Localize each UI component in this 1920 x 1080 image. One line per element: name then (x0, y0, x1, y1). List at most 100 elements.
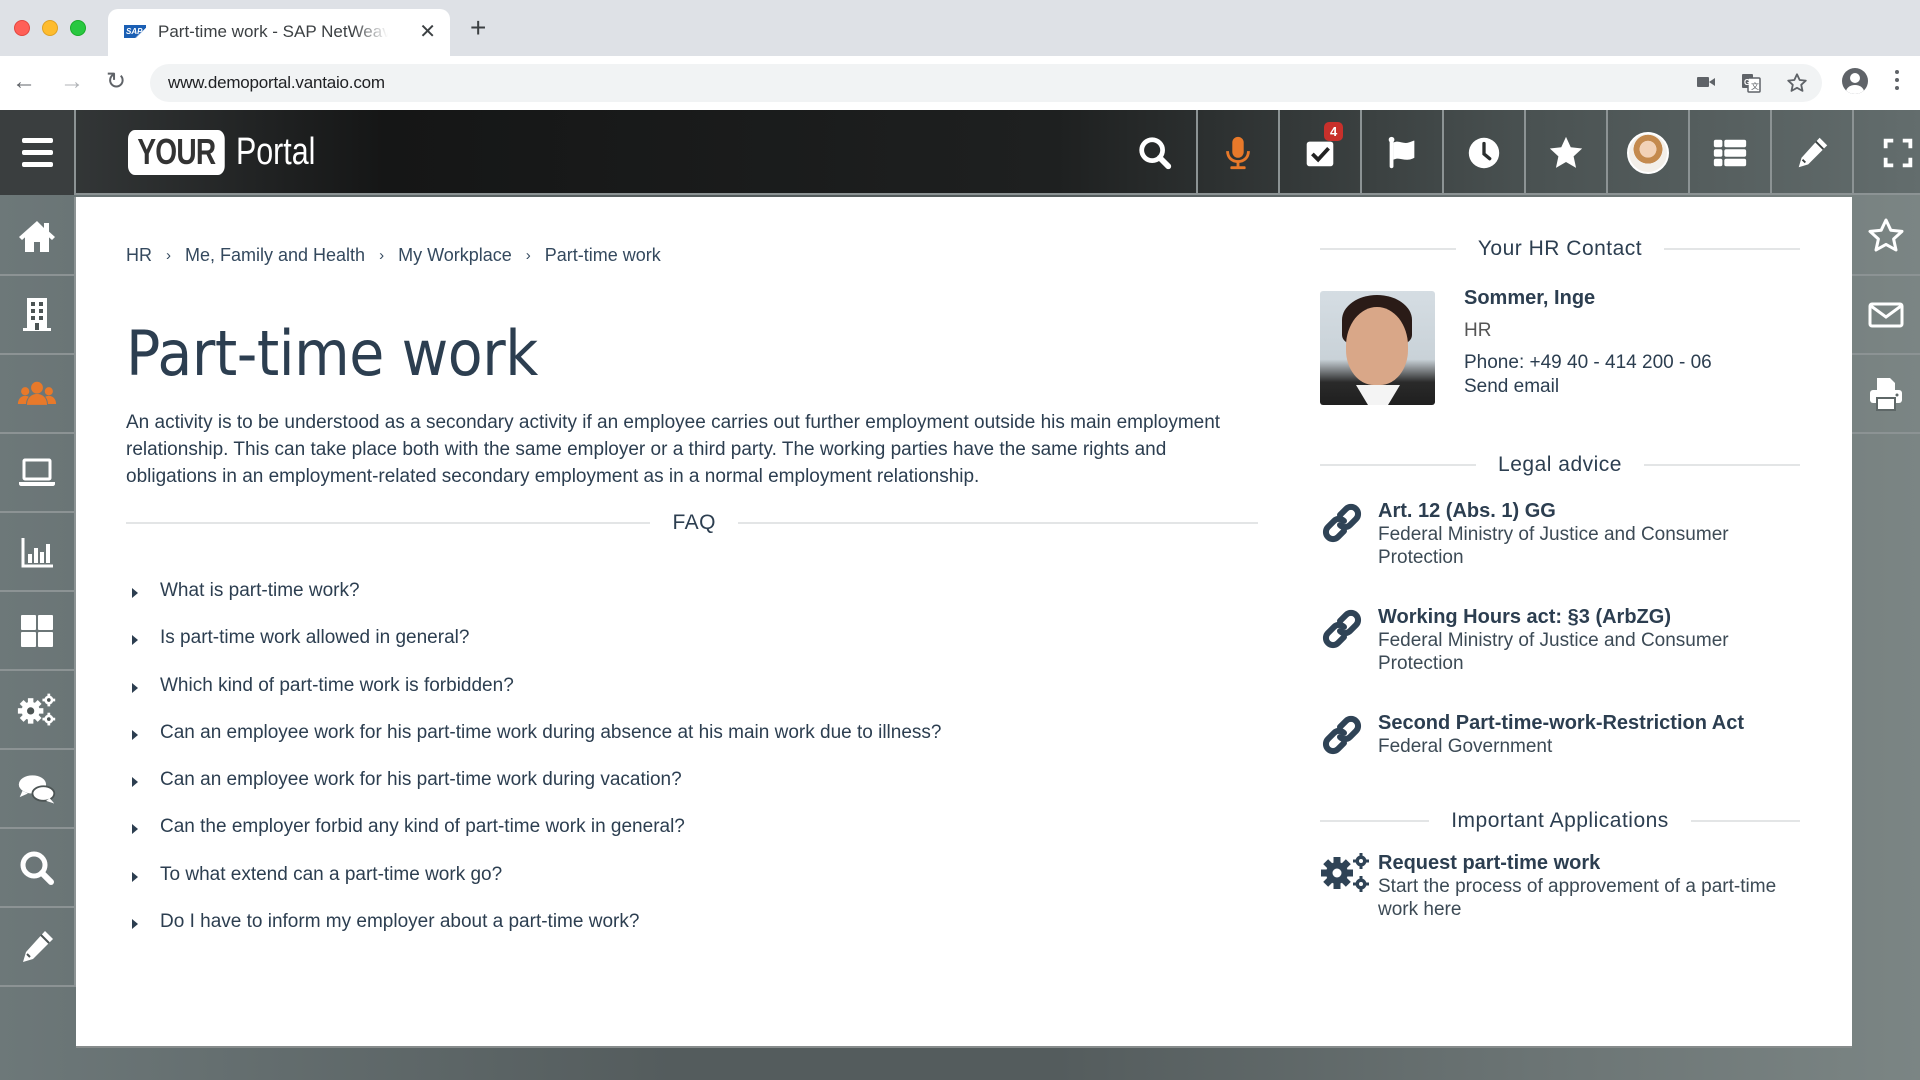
print-button[interactable] (1852, 355, 1920, 434)
nav-search[interactable] (0, 829, 76, 908)
browser-menu-icon[interactable] (1895, 70, 1899, 94)
side-panel: Your HR Contact Sommer, Inge HR Phone: +… (1320, 237, 1801, 921)
reload-icon[interactable]: ↻ (106, 68, 126, 96)
add-bookmark-button[interactable] (1852, 197, 1920, 276)
list-icon (1713, 139, 1747, 166)
window-maximize-button[interactable] (70, 20, 86, 36)
chart-icon (21, 537, 53, 567)
url-text[interactable]: www.demoportal.vantaio.com (168, 73, 385, 93)
camera-icon[interactable] (1696, 72, 1716, 97)
left-navigation-rail (0, 197, 76, 987)
window-close-button[interactable] (14, 20, 30, 36)
faq-question: Is part-time work allowed in general? (160, 627, 470, 649)
application-title: Request part-time work (1378, 852, 1601, 874)
favorites-button[interactable] (1524, 110, 1606, 195)
nav-devices[interactable] (0, 434, 76, 513)
faq-list: What is part-time work? Is part-time wor… (132, 580, 941, 958)
forward-arrow-icon[interactable]: → (60, 68, 84, 96)
dashboard-icon (21, 614, 53, 647)
fullscreen-button[interactable] (1852, 110, 1920, 195)
divider (1320, 464, 1477, 466)
new-tab-button[interactable]: + (470, 12, 486, 44)
nav-settings[interactable] (0, 671, 76, 750)
portal-header: YOUR Portal 4 (0, 110, 1920, 195)
legal-link[interactable]: Art. 12 (Abs. 1) GG Federal Ministry of … (1320, 499, 1800, 569)
nav-dashboard[interactable] (0, 592, 76, 671)
contact-info: Sommer, Inge HR Phone: +49 40 - 414 200 … (1464, 287, 1712, 398)
bookmark-star-icon[interactable] (1786, 72, 1808, 99)
menu-hamburger-icon[interactable] (0, 110, 76, 195)
faq-item[interactable]: Can an employee work for his part-time w… (132, 722, 941, 769)
tab-close-icon[interactable]: ✕ (419, 19, 436, 44)
nav-chat[interactable] (0, 750, 76, 829)
header-search-button[interactable] (1114, 110, 1196, 195)
nav-company[interactable] (0, 276, 76, 355)
faq-heading-label: FAQ (672, 511, 716, 534)
legal-link[interactable]: Working Hours act: §3 (ArbZG) Federal Mi… (1320, 605, 1800, 675)
application-description: Start the process of approvement of a pa… (1378, 876, 1777, 920)
tasks-button[interactable]: 4 (1278, 110, 1360, 195)
content-panel: HR › Me, Family and Health › My Workplac… (76, 197, 1852, 1046)
nav-people[interactable] (0, 355, 76, 434)
contact-photo (1320, 291, 1435, 405)
legal-link-source: Federal Ministry of Justice and Consumer… (1378, 524, 1729, 568)
breadcrumb-item[interactable]: Me, Family and Health (185, 245, 365, 266)
share-by-email-button[interactable] (1852, 276, 1920, 355)
faq-item[interactable]: What is part-time work? (132, 580, 941, 627)
breadcrumb-item[interactable]: My Workplace (398, 245, 512, 266)
faq-item[interactable]: Do I have to inform my employer about a … (132, 911, 941, 958)
faq-item[interactable]: Can an employee work for his part-time w… (132, 769, 941, 816)
breadcrumb-item[interactable]: HR (126, 245, 152, 266)
link-icon (1322, 609, 1362, 649)
history-button[interactable] (1442, 110, 1524, 195)
send-email-link[interactable]: Send email (1464, 376, 1712, 398)
contact-phone[interactable]: Phone: +49 40 - 414 200 - 06 (1464, 352, 1712, 374)
breadcrumb-separator: › (379, 247, 385, 264)
browser-profile-icon[interactable] (1842, 68, 1868, 94)
address-bar[interactable]: www.demoportal.vantaio.com G文 (150, 64, 1822, 102)
back-arrow-icon[interactable]: ← (12, 68, 36, 96)
settings-icon (17, 693, 56, 725)
fullscreen-icon (1883, 138, 1913, 167)
microphone-icon (1226, 136, 1250, 169)
nav-edit[interactable] (0, 908, 76, 987)
faq-item[interactable]: To what extend can a part-time work go? (132, 864, 941, 911)
window-minimize-button[interactable] (42, 20, 58, 36)
voice-input-button[interactable] (1196, 110, 1278, 195)
application-link[interactable]: Request part-time work Start the process… (1320, 851, 1800, 921)
legal-advice-heading-label: Legal advice (1498, 453, 1622, 476)
faq-question: To what extend can a part-time work go? (160, 863, 503, 885)
caret-right-icon (132, 588, 138, 598)
tab-title: Part-time work - SAP NetWeaver Portal (158, 22, 388, 41)
legal-advice-heading: Legal advice (1320, 453, 1801, 477)
faq-item[interactable]: Which kind of part-time work is forbidde… (132, 675, 941, 722)
people-icon (17, 381, 57, 405)
faq-item[interactable]: Is part-time work allowed in general? (132, 627, 941, 674)
flag-button[interactable] (1360, 110, 1442, 195)
page-title: Part-time work (126, 317, 538, 390)
translate-icon[interactable]: G文 (1740, 72, 1762, 99)
print-icon (1870, 377, 1902, 411)
header-actions: 4 (1114, 110, 1920, 195)
divider (1320, 248, 1456, 250)
nav-home[interactable] (0, 197, 76, 276)
edit-button[interactable] (1770, 110, 1852, 195)
browser-tab-active[interactable]: SAP Part-time work - SAP NetWeaver Porta… (108, 9, 450, 56)
faq-item[interactable]: Can the employer forbid any kind of part… (132, 816, 941, 863)
faq-heading: FAQ (126, 511, 1258, 535)
legal-link-title: Second Part-time-work-Restriction Act (1378, 712, 1744, 734)
user-profile-button[interactable] (1606, 110, 1688, 195)
nav-reports[interactable] (0, 513, 76, 592)
browser-tab-bar: SAP Part-time work - SAP NetWeaver Porta… (0, 0, 1920, 56)
breadcrumb-separator: › (166, 247, 171, 264)
laptop-icon (19, 458, 55, 486)
caret-right-icon (132, 635, 138, 646)
portal-logo[interactable]: YOUR Portal (128, 128, 335, 176)
list-view-button[interactable] (1688, 110, 1770, 195)
link-icon (1322, 503, 1362, 543)
pencil-icon (1798, 137, 1828, 167)
caret-right-icon (132, 682, 138, 693)
caret-right-icon (132, 729, 138, 740)
legal-link-title: Working Hours act: §3 (ArbZG) (1378, 606, 1671, 628)
legal-link[interactable]: Second Part-time-work-Restriction Act Fe… (1320, 711, 1800, 771)
